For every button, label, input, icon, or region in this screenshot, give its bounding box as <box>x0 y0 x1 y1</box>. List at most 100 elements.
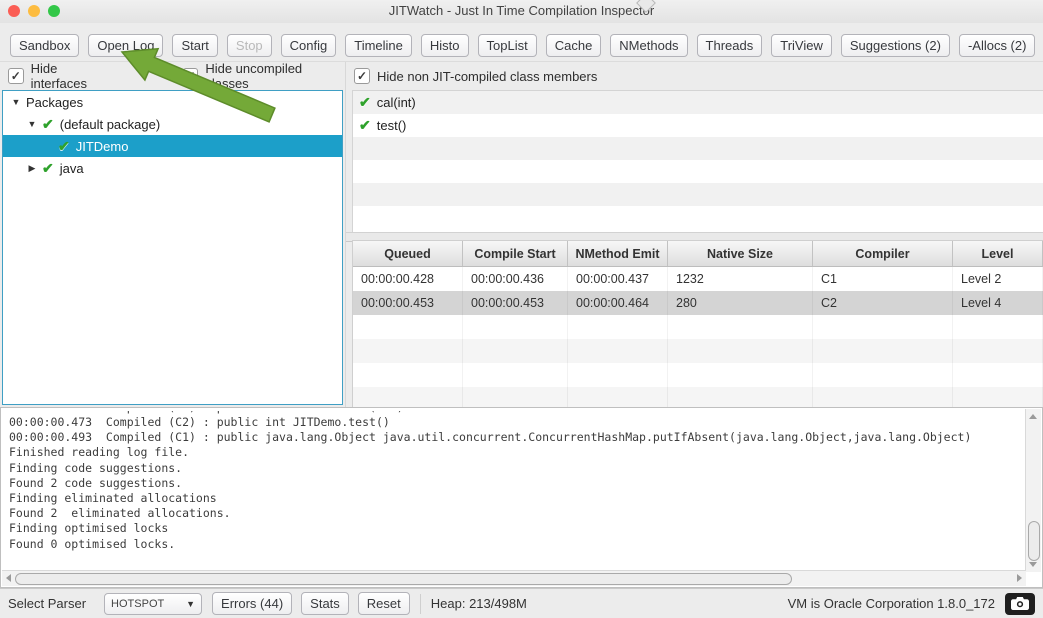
table-cell <box>463 339 568 363</box>
member-list[interactable]: ✔cal(int)✔test() <box>352 90 1043 234</box>
filter-hide-uncompiled-classes-checkbox[interactable]: ✓ <box>183 68 199 84</box>
jitwatch-window: JITWatch - Just In Time Compilation Insp… <box>0 0 1043 618</box>
toolbar-button-cache[interactable]: Cache <box>546 34 602 57</box>
tree-item-label: JITDemo <box>76 139 129 154</box>
disclosure-expanded-icon[interactable]: ▼ <box>11 97 21 107</box>
tree-item-java[interactable]: ▶✔java <box>3 157 342 179</box>
table-cell <box>668 315 813 339</box>
vm-info: VM is Oracle Corporation 1.8.0_172 <box>788 596 995 611</box>
member-item-test[interactable]: ✔test() <box>353 114 1043 137</box>
scroll-left-icon[interactable] <box>6 574 11 582</box>
table-row[interactable]: 00:00:00.45300:00:00.45300:00:00.464280C… <box>353 291 1043 315</box>
toolbar-button-nmethods[interactable]: NMethods <box>610 34 687 57</box>
toolbar: Sandbox Open Log Start Stop Config Timeline Hi… <box>0 23 1043 62</box>
column-header-native-size[interactable]: Native Size <box>668 241 813 266</box>
toolbar-button-histo[interactable]: Histo <box>421 34 469 57</box>
tree-item-jitdemo[interactable]: ✔ JITDemo <box>3 135 342 157</box>
horizontal-scroll-thumb[interactable] <box>15 573 792 585</box>
table-empty-row[interactable] <box>353 363 1043 387</box>
toolbar-button-open-log[interactable]: Open Log <box>88 34 163 57</box>
parser-value: HOTSPOT <box>111 598 164 610</box>
scroll-down-icon[interactable] <box>1029 562 1037 567</box>
member-empty-row <box>353 206 1043 229</box>
camera-icon <box>1011 597 1029 610</box>
toolbar-button-suggestions-2[interactable]: Suggestions (2) <box>841 34 950 57</box>
filter-hide-non-jit-compiled-class-members-checkbox[interactable]: ✓ <box>354 68 370 84</box>
screenshot-button[interactable] <box>1005 593 1035 615</box>
package-tree[interactable]: ▼Packages▼✔(default package)✔JITDemo▶✔ja… <box>2 90 343 405</box>
table-cell <box>813 387 953 409</box>
statusbar-button-reset[interactable]: Reset <box>358 592 410 615</box>
toolbar-button-timeline[interactable]: Timeline <box>345 34 412 57</box>
log-vertical-scrollbar[interactable] <box>1025 409 1041 572</box>
filter-hide-interfaces-checkbox[interactable]: ✓ <box>8 68 24 84</box>
scroll-up-icon[interactable] <box>1029 414 1037 419</box>
toolbar-button-sandbox[interactable]: Sandbox <box>10 34 79 57</box>
vertical-scroll-thumb[interactable] <box>1028 521 1040 561</box>
table-cell <box>953 339 1043 363</box>
toolbar-button-start[interactable]: Start <box>172 34 217 57</box>
table-row[interactable]: 00:00:00.42800:00:00.43600:00:00.4371232… <box>353 267 1043 291</box>
log-horizontal-scrollbar[interactable] <box>2 570 1026 586</box>
table-cell: 00:00:00.453 <box>463 291 568 315</box>
column-header-compile-start[interactable]: Compile Start <box>463 241 568 266</box>
tree-item-label: Packages <box>26 95 83 110</box>
compiled-check-icon: ✔ <box>359 117 371 134</box>
table-empty-row[interactable] <box>353 387 1043 409</box>
member-filter-row: ✓ Hide non JIT-compiled class members <box>346 62 1043 90</box>
table-cell: 1232 <box>668 267 813 291</box>
table-cell <box>353 387 463 409</box>
parser-select[interactable]: HOTSPOT ▼ <box>104 593 202 615</box>
log-line: 00:00:00.473 Compiled (C2) : public int … <box>9 415 1024 430</box>
toolbar-button-toplist[interactable]: TopList <box>478 34 537 57</box>
toolbar-button-threads[interactable]: Threads <box>697 34 763 57</box>
toolbar-button-stop[interactable]: Stop <box>227 34 272 57</box>
table-cell: 280 <box>668 291 813 315</box>
table-cell <box>813 363 953 387</box>
column-header-queued[interactable]: Queued <box>353 241 463 266</box>
chevron-down-icon: ▼ <box>186 599 195 609</box>
column-header-compiler[interactable]: Compiler <box>813 241 953 266</box>
member-empty-row <box>353 137 1043 160</box>
table-cell <box>813 339 953 363</box>
filter-hide-interfaces: ✓Hide interfaces <box>8 61 115 91</box>
log-line: Found 2 eliminated allocations. <box>9 506 1024 521</box>
member-item-cal-int[interactable]: ✔cal(int) <box>353 91 1043 114</box>
statusbar-button-stats[interactable]: Stats <box>301 592 349 615</box>
log-line: Finding eliminated allocations <box>9 491 1024 506</box>
table-cell <box>353 315 463 339</box>
table-cell: C2 <box>813 291 953 315</box>
column-header-nmethod-emit[interactable]: NMethod Emit <box>568 241 668 266</box>
tree-item-packages[interactable]: ▼ Packages <box>3 91 342 113</box>
filter-hide-non-jit-compiled-class-members-label: Hide non JIT-compiled class members <box>377 69 597 84</box>
table-cell <box>813 315 953 339</box>
compiled-check-icon: ✔ <box>58 138 70 155</box>
scroll-right-icon[interactable] <box>1017 574 1022 582</box>
table-cell <box>668 363 813 387</box>
table-cell <box>568 339 668 363</box>
table-empty-row[interactable] <box>353 315 1043 339</box>
toolbar-button-allocs-2[interactable]: -Allocs (2) <box>959 34 1036 57</box>
toolbar-button-triview[interactable]: TriView <box>771 34 832 57</box>
toolbar-button-config[interactable]: Config <box>281 34 337 57</box>
table-cell: C1 <box>813 267 953 291</box>
log-output[interactable]: 00:00:00.464 Compiled (C2) : public int … <box>0 407 1043 588</box>
tree-item-default-package[interactable]: ▼✔(default package) <box>3 113 342 135</box>
statusbar-button-errors-44[interactable]: Errors (44) <box>212 592 292 615</box>
filter-hide-uncompiled-classes: ✓Hide uncompiled classes <box>183 61 345 91</box>
table-cell <box>668 339 813 363</box>
table-empty-row[interactable] <box>353 339 1043 363</box>
heap-usage: Heap: 213/498M <box>431 596 527 611</box>
table-cell <box>463 363 568 387</box>
member-empty-row <box>353 183 1043 206</box>
compilation-table[interactable]: QueuedCompile StartNMethod EmitNative Si… <box>352 240 1043 409</box>
log-line: 00:00:00.493 Compiled (C1) : public java… <box>9 430 1024 445</box>
main-area: ✓Hide interfaces ✓Hide uncompiled classes… <box>0 62 1043 407</box>
disclosure-expanded-icon[interactable]: ▼ <box>27 119 37 129</box>
compiled-check-icon: ✔ <box>42 116 54 133</box>
table-cell <box>953 387 1043 409</box>
package-panel: ✓Hide interfaces ✓Hide uncompiled classes… <box>0 62 345 407</box>
disclosure-collapsed-icon[interactable]: ▶ <box>27 163 37 174</box>
column-header-level[interactable]: Level <box>953 241 1043 266</box>
table-cell <box>668 387 813 409</box>
